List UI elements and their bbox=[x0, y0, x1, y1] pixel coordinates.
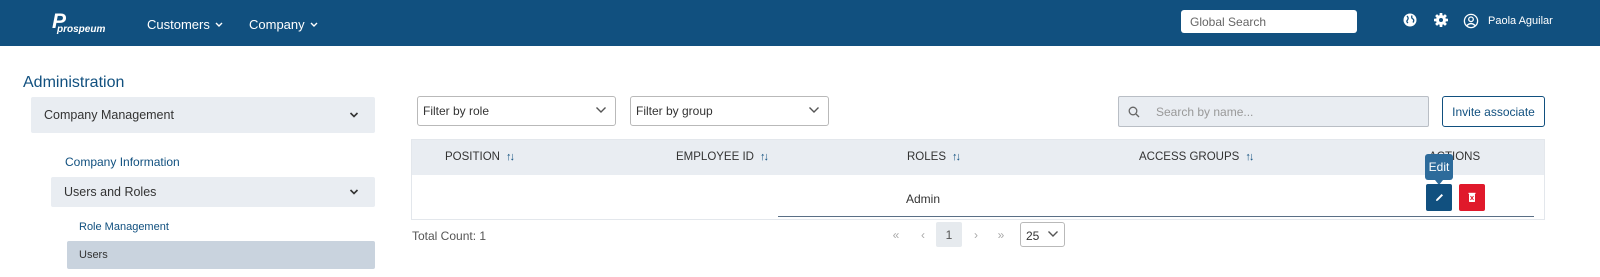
page-size-select[interactable]: 25 bbox=[1020, 222, 1065, 247]
sort-icon: ↑↓ bbox=[505, 151, 515, 163]
gear-icon[interactable] bbox=[1433, 12, 1449, 28]
filter-by-role-label: Filter by role bbox=[423, 104, 490, 118]
chevron-left-icon: ‹ bbox=[921, 227, 925, 242]
name-search-input[interactable] bbox=[1147, 97, 1417, 126]
total-count: Total Count: 1 bbox=[412, 229, 487, 243]
next-page-button[interactable]: › bbox=[967, 222, 985, 247]
globe-icon[interactable] bbox=[1402, 12, 1418, 28]
sort-icon: ↑↓ bbox=[759, 151, 769, 163]
double-chevron-right-icon: » bbox=[997, 227, 1005, 242]
last-page-button[interactable]: » bbox=[992, 222, 1010, 247]
column-position[interactable]: POSITION ↑↓ bbox=[445, 151, 515, 163]
page-title: Administration bbox=[23, 74, 125, 91]
cell-roles: Admin bbox=[906, 192, 941, 206]
users-table: POSITION ↑↓ EMPLOYEE ID ↑↓ ROLES ↑↓ ACCE… bbox=[411, 139, 1545, 220]
filter-by-role-select[interactable]: Filter by role bbox=[417, 96, 616, 126]
chevron-down-icon bbox=[1048, 231, 1058, 237]
previous-page-button[interactable]: ‹ bbox=[914, 222, 932, 247]
user-name[interactable]: Paola Aguilar bbox=[1488, 15, 1553, 27]
pencil-icon bbox=[1435, 194, 1443, 201]
current-page[interactable]: 1 bbox=[936, 222, 962, 247]
sidebar-item-users[interactable]: Users bbox=[67, 241, 375, 269]
column-employee-id-label: EMPLOYEE ID bbox=[676, 151, 754, 163]
sidebar-role-management[interactable]: Role Management bbox=[79, 221, 169, 233]
table-header: POSITION ↑↓ EMPLOYEE ID ↑↓ ROLES ↑↓ ACCE… bbox=[412, 140, 1544, 175]
sidebar-company-information[interactable]: Company Information bbox=[65, 155, 180, 169]
page-size-value: 25 bbox=[1026, 229, 1040, 243]
chevron-right-icon: › bbox=[974, 227, 978, 242]
chevron-down-icon bbox=[215, 22, 223, 27]
first-page-button[interactable]: « bbox=[887, 222, 905, 247]
nav-customers-label: Customers bbox=[147, 17, 210, 32]
column-position-label: POSITION bbox=[445, 151, 500, 163]
global-search-input[interactable] bbox=[1181, 10, 1357, 33]
trash-icon bbox=[1468, 192, 1476, 202]
sort-icon: ↑↓ bbox=[952, 151, 961, 163]
user-circle-icon[interactable] bbox=[1463, 13, 1479, 29]
name-search-box bbox=[1118, 96, 1429, 127]
column-roles-label: ROLES bbox=[907, 151, 946, 163]
chevron-down-icon bbox=[596, 107, 606, 113]
sort-icon: ↑↓ bbox=[1245, 151, 1254, 163]
column-access-groups[interactable]: ACCESS GROUPS ↑↓ bbox=[1139, 151, 1254, 163]
filter-by-group-select[interactable]: Filter by group bbox=[630, 96, 829, 126]
top-navbar: P prospeum Customers Company Paola Aguil… bbox=[0, 0, 1600, 46]
delete-button[interactable] bbox=[1459, 184, 1485, 211]
chevron-down-icon bbox=[349, 189, 359, 195]
double-chevron-left-icon: « bbox=[892, 227, 900, 242]
column-roles[interactable]: ROLES ↑↓ bbox=[907, 151, 961, 163]
nav-company-label: Company bbox=[249, 17, 305, 32]
prospeum-logo[interactable]: P prospeum bbox=[52, 10, 112, 36]
sidebar-company-management-label: Company Management bbox=[44, 108, 174, 122]
row-divider bbox=[778, 216, 1534, 217]
chevron-down-icon bbox=[809, 107, 819, 113]
edit-button[interactable] bbox=[1426, 184, 1452, 211]
logo-text: prospeum bbox=[57, 24, 106, 35]
chevron-down-icon bbox=[310, 22, 318, 27]
sidebar-users-and-roles[interactable]: Users and Roles bbox=[51, 177, 375, 207]
chevron-down-icon bbox=[349, 112, 359, 118]
column-employee-id[interactable]: EMPLOYEE ID ↑↓ bbox=[676, 151, 769, 163]
edit-tooltip: Edit bbox=[1425, 154, 1453, 185]
nav-company[interactable]: Company bbox=[249, 17, 318, 32]
search-icon bbox=[1128, 106, 1140, 118]
nav-customers[interactable]: Customers bbox=[147, 17, 223, 32]
sidebar-company-management[interactable]: Company Management bbox=[31, 97, 375, 133]
invite-associate-button[interactable]: Invite associate bbox=[1442, 96, 1545, 127]
filter-by-group-label: Filter by group bbox=[636, 104, 713, 118]
sidebar-users-and-roles-label: Users and Roles bbox=[64, 185, 157, 199]
column-access-groups-label: ACCESS GROUPS bbox=[1139, 151, 1240, 163]
